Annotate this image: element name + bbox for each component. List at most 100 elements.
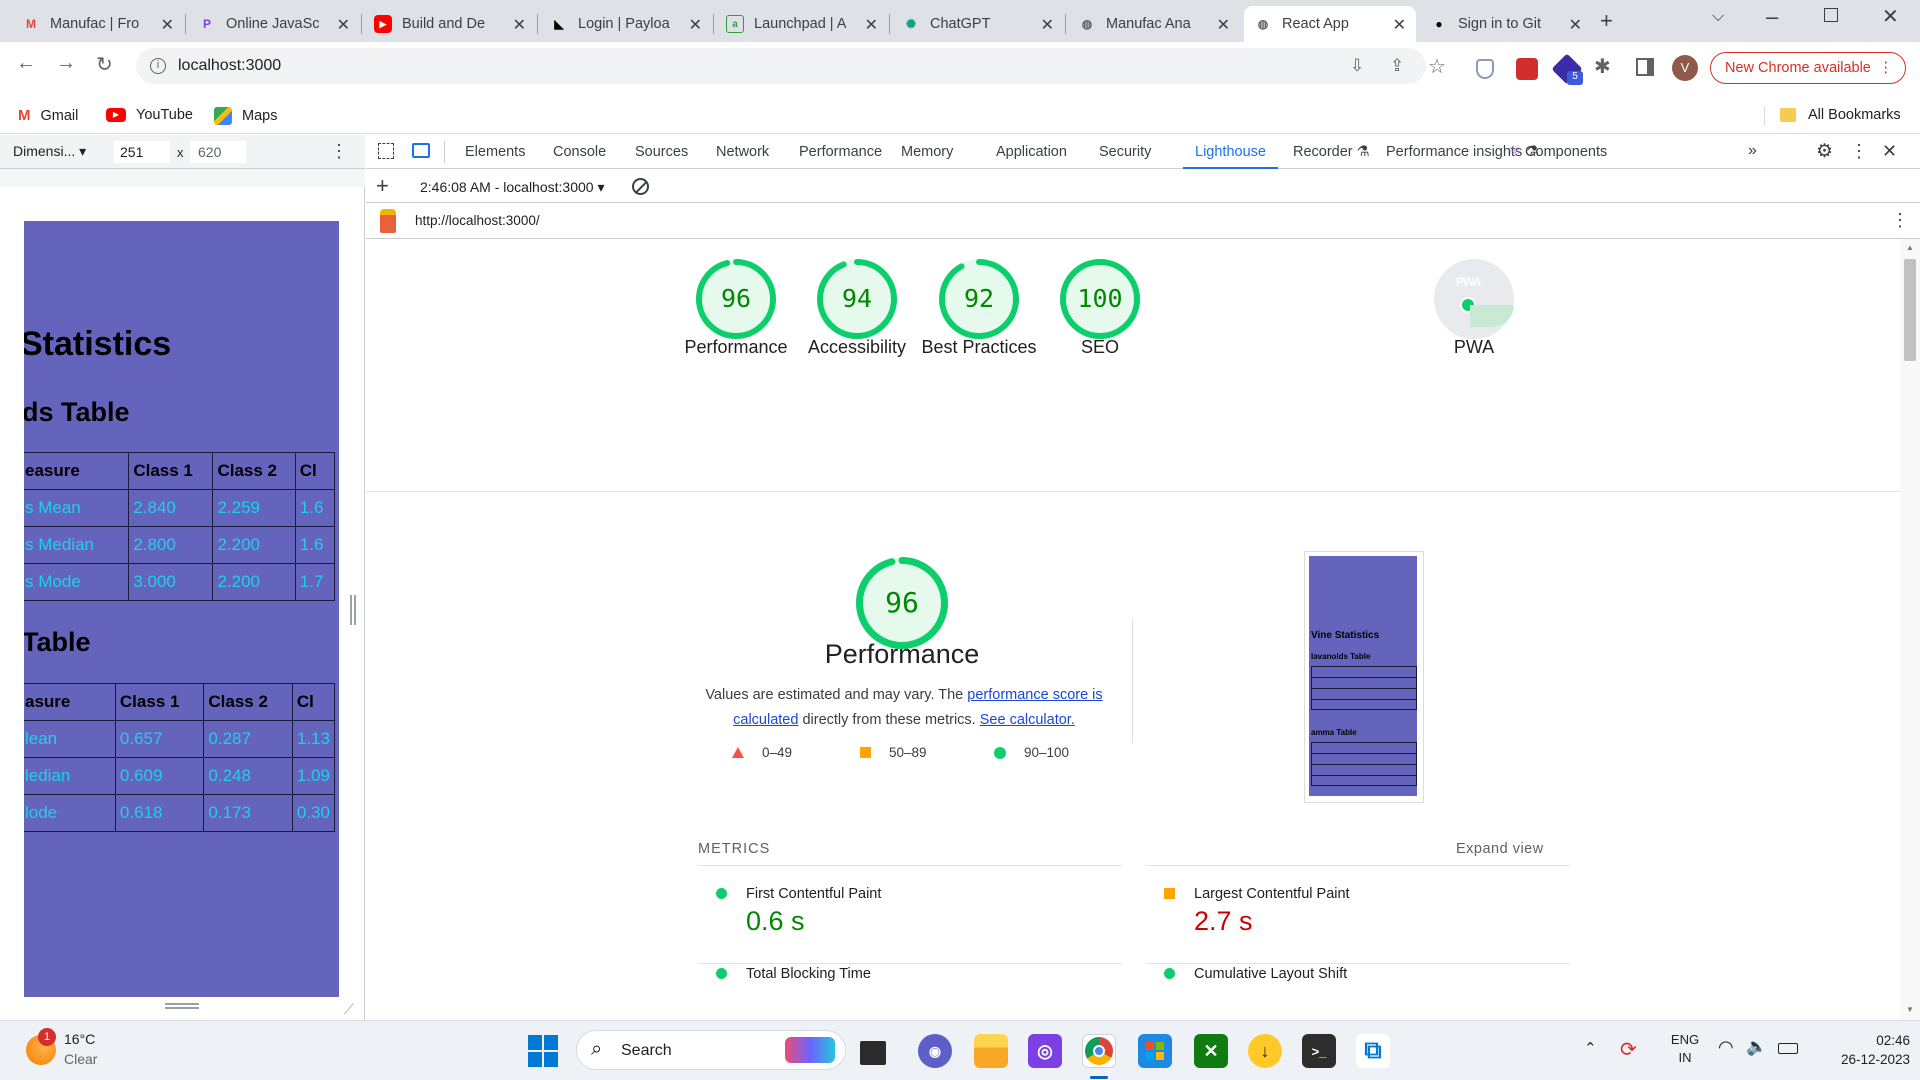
score-gauge[interactable]: 100: [1060, 259, 1140, 339]
devtools-tab[interactable]: ⚛ Components: [1508, 144, 1607, 160]
restore-button[interactable]: [1824, 8, 1838, 22]
devtools-tab[interactable]: Elements: [465, 144, 525, 160]
final-screenshot-thumbnail[interactable]: Vine Statistics lavanoids Table amma Tab…: [1304, 551, 1424, 803]
terminal-icon[interactable]: >_: [1302, 1034, 1336, 1068]
tab-close-icon[interactable]: ✕: [337, 15, 350, 35]
tab-close-icon[interactable]: ✕: [865, 15, 878, 35]
browser-tab[interactable]: ◍ React App ✕: [1244, 6, 1416, 42]
more-tabs-icon[interactable]: »: [1748, 142, 1757, 160]
devtools-tab[interactable]: Console: [553, 144, 606, 160]
bookmark-star-icon[interactable]: ☆: [1428, 54, 1446, 79]
tab-search-chevron-icon[interactable]: ⌵: [1712, 8, 1724, 26]
scrollbar-thumb[interactable]: [1904, 259, 1916, 361]
minimize-button[interactable]: –: [1766, 4, 1778, 30]
tab-close-icon[interactable]: ✕: [689, 15, 702, 35]
devtools-tab[interactable]: Recorder ⚗: [1293, 144, 1370, 160]
report-selector[interactable]: 2:46:08 AM - localhost:3000 ▾: [420, 179, 604, 196]
xbox-icon[interactable]: ✕: [1194, 1034, 1228, 1068]
teams-chat-icon[interactable]: ◉: [918, 1034, 952, 1068]
tab-close-icon[interactable]: ✕: [1569, 15, 1582, 35]
clear-report-icon[interactable]: [632, 178, 649, 195]
device-more-icon[interactable]: ⋮: [330, 141, 348, 162]
new-tab-button[interactable]: +: [1600, 8, 1613, 34]
new-report-plus-icon[interactable]: +: [376, 173, 389, 199]
resize-corner-icon[interactable]: ⟋: [344, 1001, 354, 1018]
install-app-icon[interactable]: ⇩: [1350, 56, 1364, 76]
report-menu-icon[interactable]: ⋮: [1891, 210, 1909, 231]
address-bar[interactable]: i localhost:3000 ⇩ ⇪ ☆: [136, 48, 1446, 84]
inspect-element-icon[interactable]: [378, 143, 394, 159]
browser-tab[interactable]: ▶ Build and De ✕: [364, 6, 536, 42]
devtools-tab[interactable]: Application: [996, 144, 1067, 160]
browser-tab[interactable]: ✺ ChatGPT ✕: [892, 6, 1064, 42]
task-view-icon[interactable]: [860, 1041, 886, 1065]
battery-icon[interactable]: [1778, 1043, 1798, 1054]
red-extension-icon[interactable]: [1516, 58, 1538, 80]
devtools-tab[interactable]: Security: [1099, 144, 1151, 160]
resize-handle-right[interactable]: [350, 595, 352, 625]
volume-icon[interactable]: 🔈: [1746, 1037, 1767, 1057]
chrome-menu-icon[interactable]: ⋮: [1879, 53, 1894, 83]
expand-view-button[interactable]: Expand view: [1456, 841, 1544, 857]
bookmark-maps[interactable]: Maps: [214, 107, 277, 125]
browser-tab[interactable]: ● Sign in to Git ✕: [1420, 6, 1592, 42]
wifi-icon[interactable]: ◠: [1718, 1037, 1734, 1058]
windows-start-icon[interactable]: [528, 1035, 560, 1067]
tray-expand-icon[interactable]: ⌃: [1584, 1039, 1597, 1057]
device-height-input[interactable]: 620: [190, 141, 246, 163]
forward-arrow-icon[interactable]: →: [56, 52, 76, 75]
score-gauge[interactable]: 94: [817, 259, 897, 339]
devtools-tab[interactable]: Network: [716, 144, 769, 160]
app-icon[interactable]: ◎: [1028, 1034, 1062, 1068]
all-bookmarks-button[interactable]: All Bookmarks: [1780, 107, 1901, 123]
tab-close-icon[interactable]: ✕: [513, 15, 526, 35]
devtools-tab[interactable]: Sources: [635, 144, 688, 160]
bookmark-gmail[interactable]: M Gmail: [18, 107, 78, 124]
site-info-icon[interactable]: i: [150, 58, 166, 74]
back-arrow-icon[interactable]: ←: [16, 52, 36, 75]
browser-tab[interactable]: ◣ Login | Payloa ✕: [540, 6, 712, 42]
dimensions-dropdown[interactable]: Dimensi... ▾: [13, 143, 86, 160]
side-panel-icon[interactable]: [1636, 58, 1654, 76]
tab-close-icon[interactable]: ✕: [1217, 15, 1230, 35]
sync-icon[interactable]: ⟳: [1620, 1037, 1637, 1062]
browser-tab[interactable]: M Manufac | Fro ✕: [12, 6, 184, 42]
tab-close-icon[interactable]: ✕: [1393, 15, 1406, 35]
vscode-icon[interactable]: ⧉: [1356, 1034, 1390, 1068]
chrome-icon[interactable]: [1082, 1034, 1116, 1068]
language-indicator[interactable]: ENG IN: [1668, 1031, 1702, 1067]
taskbar-search-box[interactable]: ⌕ Search: [576, 1030, 846, 1070]
report-scrollbar[interactable]: ▲ ▼: [1900, 239, 1920, 1020]
clock[interactable]: 02:46 26-12-2023: [1810, 1031, 1910, 1069]
browser-tab[interactable]: a Launchpad | A ✕: [716, 6, 888, 42]
weather-temp[interactable]: 16°C: [64, 1031, 95, 1047]
pwa-badge-icon[interactable]: PWA: [1434, 259, 1514, 339]
tab-close-icon[interactable]: ✕: [161, 15, 174, 35]
browser-tab[interactable]: ◍ Manufac Ana ✕: [1068, 6, 1240, 42]
extensions-puzzle-icon[interactable]: ✱: [1594, 54, 1611, 79]
close-window-button[interactable]: ✕: [1882, 4, 1899, 29]
profile-avatar[interactable]: V: [1672, 55, 1698, 81]
devtools-menu-icon[interactable]: ⋮: [1850, 141, 1868, 162]
devtools-tab[interactable]: Lighthouse: [1183, 144, 1278, 169]
close-devtools-icon[interactable]: ✕: [1882, 141, 1897, 162]
see-calculator-link[interactable]: See calculator.: [980, 712, 1075, 728]
file-explorer-icon[interactable]: [974, 1034, 1008, 1068]
device-toggle-icon[interactable]: [412, 143, 430, 158]
url-text[interactable]: localhost:3000: [178, 57, 281, 75]
reload-icon[interactable]: ↻: [96, 52, 113, 77]
score-gauge[interactable]: 92: [939, 259, 1019, 339]
devtools-tab[interactable]: Performance: [799, 144, 882, 160]
update-chrome-button[interactable]: New Chrome available ⋮: [1710, 52, 1906, 84]
tab-close-icon[interactable]: ✕: [1041, 15, 1054, 35]
shield-extension-icon[interactable]: [1476, 59, 1494, 79]
download-icon[interactable]: ↓: [1248, 1034, 1282, 1068]
bookmark-youtube[interactable]: ▶ YouTube: [106, 107, 193, 123]
share-icon[interactable]: ⇪: [1390, 56, 1404, 76]
resize-handle-bottom[interactable]: [165, 1003, 199, 1005]
browser-tab[interactable]: P Online JavaSc ✕: [188, 6, 360, 42]
devtools-tab[interactable]: Memory: [901, 144, 953, 160]
store-icon[interactable]: [1138, 1034, 1172, 1068]
device-width-input[interactable]: 251: [114, 141, 170, 163]
score-gauge[interactable]: 96: [696, 259, 776, 339]
